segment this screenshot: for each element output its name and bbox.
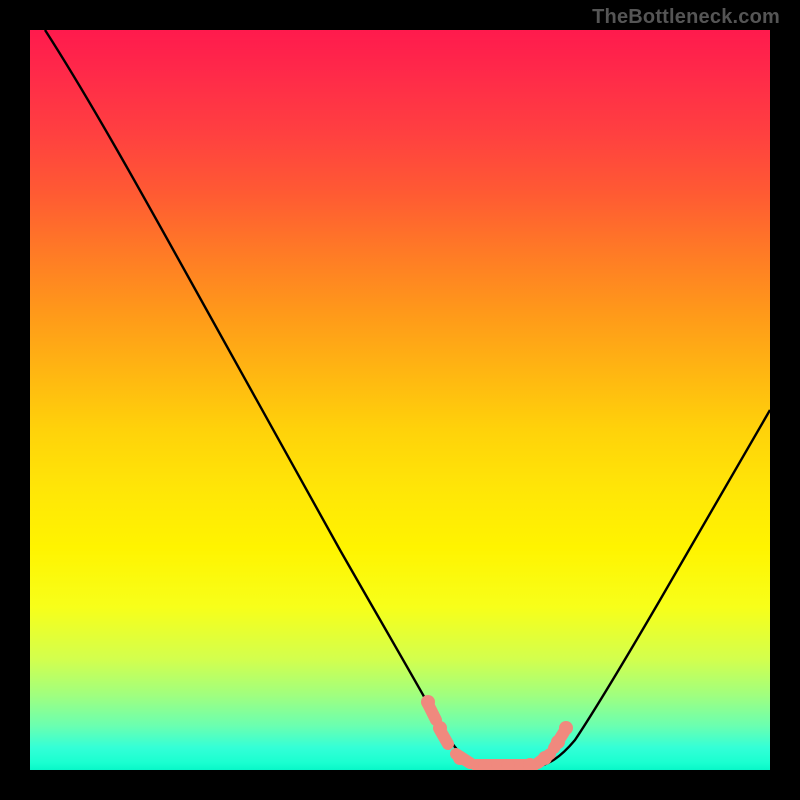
highlight-dots (421, 695, 573, 770)
plot-area (30, 30, 770, 770)
chart-container: TheBottleneck.com (0, 0, 800, 800)
curve-layer (30, 30, 770, 770)
bottleneck-curve (45, 30, 770, 769)
watermark-text: TheBottleneck.com (592, 6, 780, 29)
